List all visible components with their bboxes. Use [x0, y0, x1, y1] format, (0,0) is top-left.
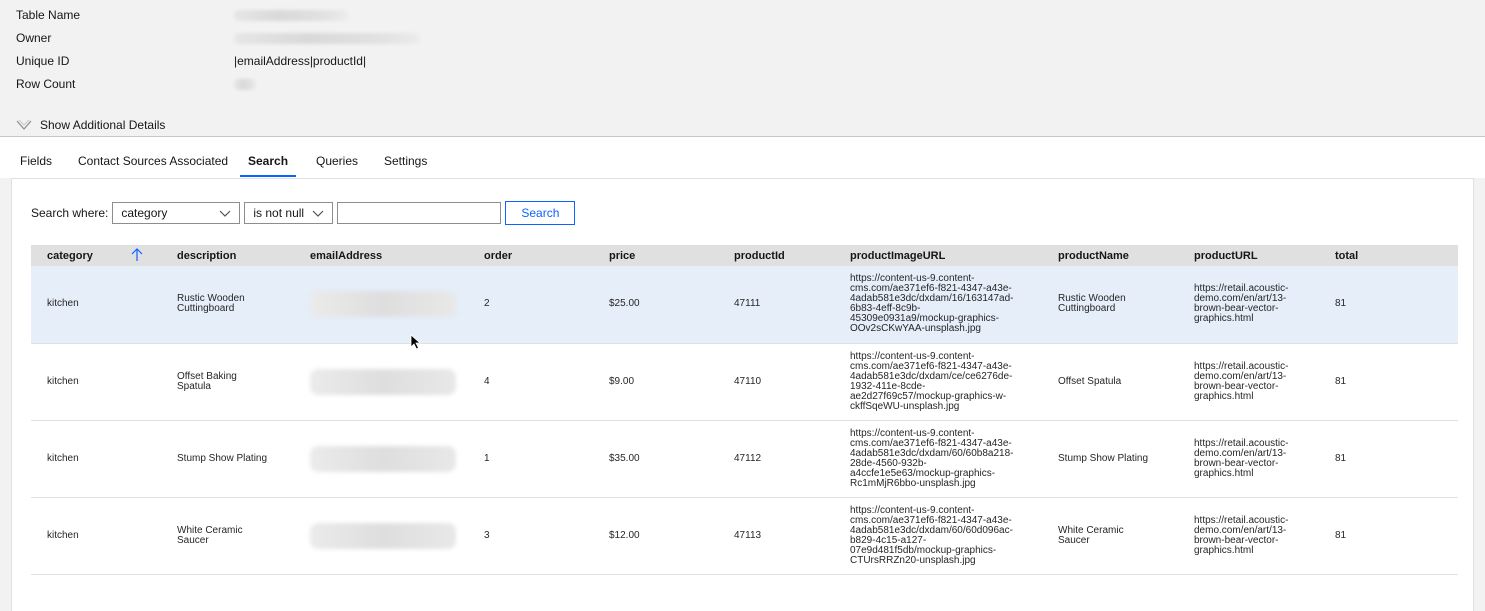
arrow-up-icon[interactable]: [131, 248, 143, 265]
operator-select-value: is not null: [253, 206, 305, 220]
cell-productid: 47111: [718, 266, 834, 344]
cell-productid: 47110: [718, 343, 834, 421]
cell-description: Rustic Wooden Cuttingboard: [161, 266, 294, 344]
show-additional-details-label: Show Additional Details: [40, 118, 166, 132]
table-name-value-redacted: [234, 10, 348, 21]
cell-emailaddress: [294, 343, 468, 421]
tab-contact-sources-associated[interactable]: Contact Sources Associated: [78, 154, 228, 168]
tab-bar: Fields Contact Sources Associated Search…: [0, 137, 1485, 178]
tab-fields[interactable]: Fields: [20, 154, 52, 168]
cell-order: 3: [468, 497, 593, 575]
column-header-category[interactable]: category: [31, 245, 161, 266]
cell-productname: Rustic Wooden Cuttingboard: [1042, 266, 1178, 344]
mouse-pointer-icon: [410, 334, 422, 353]
chevron-down-icon: [16, 119, 32, 131]
search-bar: Search where: category is not null Searc…: [31, 201, 576, 225]
column-header-label: category: [47, 249, 93, 262]
cell-producturl: https://retail.acoustic-demo.com/en/art/…: [1178, 343, 1319, 421]
cell-total: 81: [1319, 497, 1458, 575]
column-header-total[interactable]: total: [1319, 245, 1458, 266]
show-additional-details-toggle[interactable]: Show Additional Details: [16, 116, 165, 134]
column-header-price[interactable]: price: [593, 245, 718, 266]
table-row[interactable]: kitchen Stump Show Plating 1 $35.00 4711…: [31, 420, 1458, 498]
chevron-down-icon: [312, 208, 324, 222]
cell-productimageurl: https://content-us-9.content-cms.com/ae3…: [834, 343, 1042, 421]
active-tab-indicator: [240, 175, 296, 177]
cell-category: kitchen: [31, 343, 161, 421]
unique-id-label: Unique ID: [16, 54, 70, 68]
column-header-productimageurl[interactable]: productImageURL: [834, 245, 1042, 266]
cell-productimageurl: https://content-us-9.content-cms.com/ae3…: [834, 266, 1042, 344]
cell-producturl: https://retail.acoustic-demo.com/en/art/…: [1178, 420, 1319, 498]
unique-id-value: |emailAddress|productId|: [234, 54, 367, 68]
cell-productid: 47112: [718, 420, 834, 498]
column-header-description[interactable]: description: [161, 245, 294, 266]
email-redacted: [310, 522, 456, 549]
cell-productname: Offset Spatula: [1042, 343, 1178, 421]
cell-total: 81: [1319, 343, 1458, 421]
cell-productname: White Ceramic Saucer: [1042, 497, 1178, 575]
cell-order: 4: [468, 343, 593, 421]
table-details: Table Name Owner Unique ID |emailAddress…: [0, 0, 1485, 136]
search-value-input[interactable]: [337, 202, 502, 224]
cell-emailaddress: [294, 266, 468, 344]
cell-category: kitchen: [31, 420, 161, 498]
cell-order: 2: [468, 266, 593, 344]
cell-productid: 47113: [718, 497, 834, 575]
cell-emailaddress: [294, 497, 468, 575]
cell-price: $25.00: [593, 266, 718, 344]
cell-category: kitchen: [31, 497, 161, 575]
cell-total: 81: [1319, 266, 1458, 344]
results-table: category description emailAddress order …: [31, 245, 1458, 575]
owner-label: Owner: [16, 31, 52, 45]
column-header-emailaddress[interactable]: emailAddress: [294, 245, 468, 266]
search-button[interactable]: Search: [505, 201, 576, 225]
cell-description: Stump Show Plating: [161, 420, 294, 498]
owner-value-redacted: [234, 33, 420, 44]
tab-search[interactable]: Search: [248, 154, 288, 168]
email-redacted: [310, 445, 456, 472]
row-count-label: Row Count: [16, 77, 76, 91]
cell-producturl: https://retail.acoustic-demo.com/en/art/…: [1178, 497, 1319, 575]
email-redacted: [310, 291, 456, 318]
search-panel: Search where: category is not null Searc…: [11, 178, 1474, 611]
table-name-label: Table Name: [16, 8, 81, 22]
cell-order: 1: [468, 420, 593, 498]
email-redacted: [310, 368, 456, 395]
cell-productimageurl: https://content-us-9.content-cms.com/ae3…: [834, 497, 1042, 575]
cell-price: $9.00: [593, 343, 718, 421]
table-header-row: category description emailAddress order …: [31, 245, 1458, 266]
cell-total: 81: [1319, 420, 1458, 498]
cell-emailaddress: [294, 420, 468, 498]
table-row[interactable]: kitchen Offset Baking Spatula 4 $9.00 471…: [31, 343, 1458, 421]
cell-productimageurl: https://content-us-9.content-cms.com/ae3…: [834, 420, 1042, 498]
row-count-value-redacted: [234, 79, 256, 90]
cell-price: $12.00: [593, 497, 718, 575]
cell-producturl: https://retail.acoustic-demo.com/en/art/…: [1178, 266, 1319, 344]
cell-description: Offset Baking Spatula: [161, 343, 294, 421]
column-header-producturl[interactable]: productURL: [1178, 245, 1319, 266]
cell-category: kitchen: [31, 266, 161, 344]
table-row[interactable]: kitchen White Ceramic Saucer 3 $12.00 471…: [31, 497, 1458, 575]
cell-price: $35.00: [593, 420, 718, 498]
column-header-productname[interactable]: productName: [1042, 245, 1178, 266]
cell-productname: Stump Show Plating: [1042, 420, 1178, 498]
cell-description: White Ceramic Saucer: [161, 497, 294, 575]
field-select-value: category: [121, 206, 168, 220]
search-where-label: Search where:: [31, 206, 109, 220]
tab-settings[interactable]: Settings: [384, 154, 427, 168]
operator-select[interactable]: is not null: [244, 202, 334, 224]
chevron-down-icon: [219, 208, 231, 222]
column-header-productid[interactable]: productId: [718, 245, 834, 266]
tab-queries[interactable]: Queries: [316, 154, 358, 168]
table-row[interactable]: kitchen Rustic Wooden Cuttingboard 2 $25.…: [31, 266, 1458, 344]
column-header-order[interactable]: order: [468, 245, 593, 266]
field-select[interactable]: category: [112, 202, 241, 224]
